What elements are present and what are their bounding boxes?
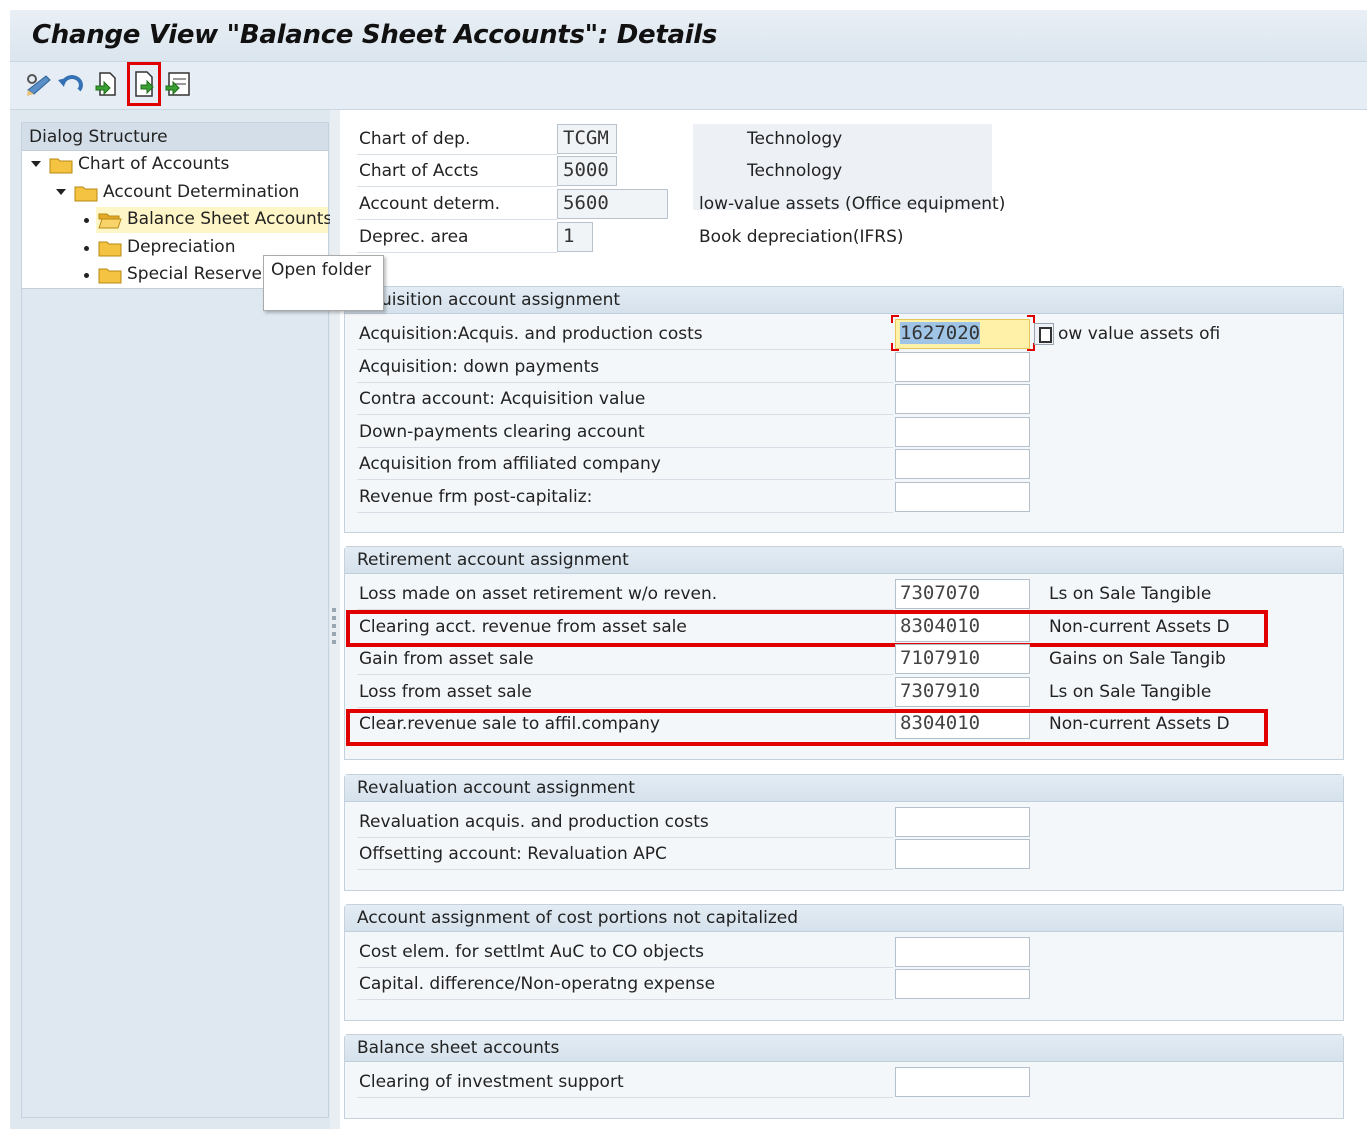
revenue-post-cap-label: Revenue frm post-capitaliz: xyxy=(359,487,593,507)
acq-affiliated-field[interactable] xyxy=(895,449,1030,479)
tooltip-text: Open folder xyxy=(271,260,372,280)
loss-retirement-label: Loss made on asset retirement w/o reven. xyxy=(359,584,718,604)
row-highlight-box xyxy=(346,610,1268,647)
deprec-area-field[interactable]: 1 xyxy=(557,222,593,252)
display-change-icon[interactable] xyxy=(24,70,54,98)
chart-of-dep-field[interactable]: TCGM xyxy=(557,124,617,154)
gain-asset-sale-description: Gains on Sale Tangib xyxy=(1049,649,1226,669)
expand-caret-icon[interactable] xyxy=(56,189,66,195)
contra-account-field[interactable] xyxy=(895,384,1030,414)
row-highlight-box xyxy=(346,709,1268,746)
cost-portions-group-header: Account assignment of cost portions not … xyxy=(345,905,1343,932)
tree-item-label: Chart of Accounts xyxy=(78,154,230,174)
splitter-grip[interactable] xyxy=(332,608,336,612)
revaluation-costs-field[interactable] xyxy=(895,807,1030,837)
revaluation-group-title: Revaluation account assignment xyxy=(357,778,635,798)
gain-asset-sale-field[interactable]: 7107910 xyxy=(895,644,1030,674)
acq-down-payments-label: Acquisition: down payments xyxy=(359,357,600,377)
tree-item-account-determination[interactable]: Account Determination xyxy=(22,180,328,206)
revaluation-group-header: Revaluation account assignment xyxy=(345,775,1343,802)
retirement-group-header: Retirement account assignment xyxy=(345,547,1343,574)
toolbar-highlight-box xyxy=(127,62,161,106)
loss-retirement-field[interactable]: 7307070 xyxy=(895,579,1030,609)
dialog-structure-title: Dialog Structure xyxy=(29,127,168,147)
gain-asset-sale-label: Gain from asset sale xyxy=(359,649,534,669)
contra-account-label: Contra account: Acquisition value xyxy=(359,389,646,409)
acq-affiliated-label: Acquisition from affiliated company xyxy=(359,454,661,474)
cost-portions-group-title: Account assignment of cost portions not … xyxy=(357,908,799,928)
loss-retirement-description: Ls on Sale Tangible xyxy=(1049,584,1212,604)
acquisition-group-title: uisition account assignment xyxy=(381,290,621,310)
bullet-icon xyxy=(84,218,89,223)
account-determ-label: Account determ. xyxy=(359,194,501,214)
description-box xyxy=(693,124,992,154)
tree-item-label: Account Determination xyxy=(103,182,300,202)
offsetting-account-field[interactable] xyxy=(895,839,1030,869)
expand-caret-icon[interactable] xyxy=(31,161,41,167)
chart-of-accts-description: Technology xyxy=(747,161,843,181)
folder-icon xyxy=(49,158,73,174)
folder-icon xyxy=(98,268,122,284)
chart-of-dep-description: Technology xyxy=(747,129,843,149)
splitter-grip[interactable] xyxy=(332,624,336,628)
tree-item-label: Depreciation xyxy=(127,237,236,257)
acq-costs-label: Acquisition:Acquis. and production costs xyxy=(359,324,703,344)
revaluation-costs-label: Revaluation acquis. and production costs xyxy=(359,812,709,832)
bullet-icon xyxy=(84,273,89,278)
chart-of-accts-field[interactable]: 5000 xyxy=(557,156,617,186)
application-toolbar xyxy=(10,62,1367,110)
tree-item-label: Special Reserves xyxy=(127,264,271,284)
dialog-structure-header: Dialog Structure xyxy=(22,123,328,151)
new-entries-icon[interactable] xyxy=(92,70,122,98)
balance-sheet-group-title: Balance sheet accounts xyxy=(357,1038,560,1058)
down-payments-clearing-field[interactable] xyxy=(895,417,1030,447)
tree-item-balance-sheet-accounts[interactable]: Balance Sheet Accounts xyxy=(84,207,332,233)
loss-asset-sale-field[interactable]: 7307910 xyxy=(895,677,1030,707)
capital-difference-label: Capital. difference/Non-operatng expense xyxy=(359,974,716,994)
splitter-grip[interactable] xyxy=(332,640,336,644)
account-determ-description: low-value assets (Office equipment) xyxy=(699,194,1006,214)
folder-icon xyxy=(98,241,122,257)
investment-support-label: Clearing of investment support xyxy=(359,1072,624,1092)
value-help-icon[interactable] xyxy=(1034,323,1054,345)
deprec-area-description: Book depreciation(IFRS) xyxy=(699,227,904,247)
cost-elem-settlement-label: Cost elem. for settlmt AuC to CO objects xyxy=(359,942,705,962)
capital-difference-field[interactable] xyxy=(895,969,1030,999)
copy-entry-icon[interactable] xyxy=(164,70,194,98)
retirement-group-title: Retirement account assignment xyxy=(357,550,629,570)
offsetting-account-label: Offsetting account: Revaluation APC xyxy=(359,844,667,864)
cost-elem-settlement-field[interactable] xyxy=(895,937,1030,967)
acq-down-payments-field[interactable] xyxy=(895,352,1030,382)
chart-of-accts-label: Chart of Accts xyxy=(359,161,479,181)
down-payments-clearing-label: Down-payments clearing account xyxy=(359,422,645,442)
tooltip: Open folder xyxy=(263,255,384,311)
loss-asset-sale-description: Ls on Sale Tangible xyxy=(1049,682,1212,702)
account-determ-field[interactable]: 5600 xyxy=(557,189,668,219)
page-title: Change View "Balance Sheet Accounts": De… xyxy=(32,20,718,50)
splitter-grip[interactable] xyxy=(332,616,336,620)
acquisition-group-header: uisition account assignment xyxy=(345,287,1343,314)
tree-item-chart-of-accounts[interactable]: Chart of Accounts xyxy=(22,152,328,178)
acq-costs-field[interactable]: 1627020 xyxy=(895,319,1030,349)
investment-support-field[interactable] xyxy=(895,1067,1030,1097)
cost-portions-group: Account assignment of cost portions not … xyxy=(344,904,1344,1021)
loss-asset-sale-label: Loss from asset sale xyxy=(359,682,532,702)
tree-item-label: Balance Sheet Accounts xyxy=(127,209,333,229)
acq-costs-description: ow value assets ofi xyxy=(1058,324,1221,344)
bullet-icon xyxy=(84,246,89,251)
folder-icon xyxy=(74,186,98,202)
chart-of-dep-label: Chart of dep. xyxy=(359,129,471,149)
splitter-grip[interactable] xyxy=(332,632,336,636)
revaluation-group: Revaluation account assignment xyxy=(344,774,1344,891)
undo-icon[interactable] xyxy=(57,70,87,98)
balance-sheet-group-header: Balance sheet accounts xyxy=(345,1035,1343,1062)
open-folder-icon xyxy=(98,213,122,229)
revenue-post-cap-field[interactable] xyxy=(895,482,1030,512)
deprec-area-label: Deprec. area xyxy=(359,227,469,247)
title-bar: Change View "Balance Sheet Accounts": De… xyxy=(10,10,1367,62)
